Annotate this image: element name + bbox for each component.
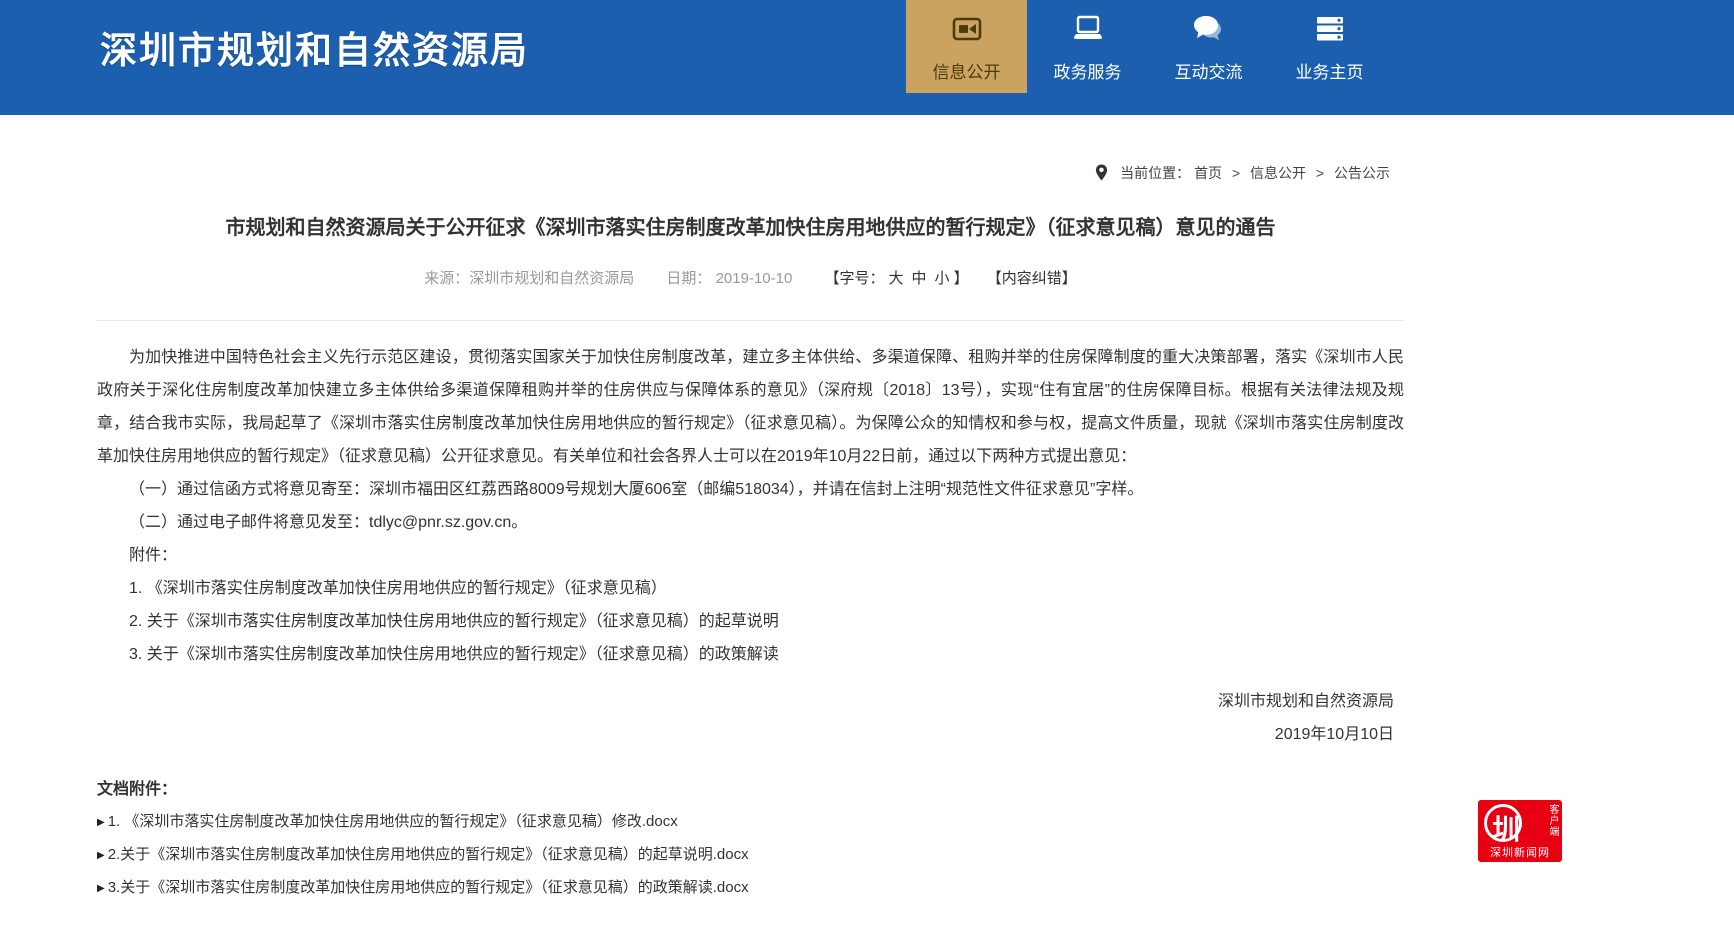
attachment-line: 3. 关于《深圳市落实住房制度改革加快住房用地供应的暂行规定》（征求意见稿）的政… (97, 638, 1404, 671)
site-header: 深圳市规划和自然资源局 信息公开 政务服务 互动交流 (0, 0, 1734, 115)
breadcrumb-separator: > (1316, 165, 1324, 181)
meta-fontsize-prefix: 【字号： (825, 270, 885, 287)
breadcrumb-separator: > (1232, 165, 1240, 181)
doc-attachment-link[interactable]: ▶1. 《深圳市落实住房制度改革加快住房用地供应的暂行规定》（征求意见稿）修改.… (97, 812, 1404, 832)
meta-date-label: 日期： (666, 270, 711, 287)
signature-block: 深圳市规划和自然资源局 2019年10月10日 (97, 685, 1404, 751)
article-body: 为加快推进中国特色社会主义先行示范区建设，贯彻落实国家关于加快住房制度改革，建立… (97, 341, 1404, 671)
breadcrumb-home[interactable]: 首页 (1194, 165, 1222, 181)
location-pin-icon (1095, 164, 1108, 181)
nav-label: 互动交流 (1175, 58, 1243, 83)
doc-attachments: 文档附件： ▶1. 《深圳市落实住房制度改革加快住房用地供应的暂行规定》（征求意… (97, 775, 1404, 898)
nav-item-info-disclosure[interactable]: 信息公开 (906, 0, 1027, 93)
info-disclosure-icon (950, 12, 984, 46)
doc-attachment-link[interactable]: ▶3.关于《深圳市落实住房制度改革加快住房用地供应的暂行规定》（征求意见稿）的政… (97, 878, 1404, 898)
content-divider (97, 320, 1404, 321)
fontsize-large-button[interactable]: 大 (889, 270, 904, 287)
article-page: 当前位置： 首页 > 信息公开 > 公告公示 市规划和自然资源局关于公开征求《深… (97, 163, 1404, 898)
site-title: 深圳市规划和自然资源局 (100, 20, 529, 74)
article-title: 市规划和自然资源局关于公开征求《深圳市落实住房制度改革加快住房用地供应的暂行规定… (97, 211, 1404, 240)
nav-label: 政务服务 (1054, 58, 1122, 83)
server-list-icon (1313, 12, 1347, 46)
main-nav: 信息公开 政务服务 互动交流 业务 (906, 0, 1390, 93)
doc-attachment-link[interactable]: ▶2.关于《深圳市落实住房制度改革加快住房用地供应的暂行规定》（征求意见稿）的起… (97, 845, 1404, 865)
paragraph: （一）通过信函方式将意见寄至：深圳市福田区红荔西路8009号规划大厦606室（邮… (97, 473, 1404, 506)
paragraph: 为加快推进中国特色社会主义先行示范区建设，贯彻落实国家关于加快住房制度改革，建立… (97, 341, 1404, 473)
meta-date-value: 2019-10-10 (716, 270, 793, 287)
nav-item-business-home[interactable]: 业务主页 (1269, 0, 1390, 93)
triangle-bullet-icon: ▶ (97, 850, 105, 861)
watermark-site-label: 深圳新闻网 (1478, 844, 1562, 860)
doc-attachment-label: 3.关于《深圳市落实住房制度改革加快住房用地供应的暂行规定》（征求意见稿）的政策… (108, 879, 749, 896)
laptop-icon (1071, 12, 1105, 46)
breadcrumb-section[interactable]: 信息公开 (1250, 165, 1306, 181)
paragraph: 附件： (97, 539, 1404, 572)
triangle-bullet-icon: ▶ (97, 883, 105, 894)
nav-label: 信息公开 (933, 58, 1001, 83)
doc-attachment-label: 2.关于《深圳市落实住房制度改革加快住房用地供应的暂行规定》（征求意见稿）的起草… (108, 846, 749, 863)
meta-source: 来源：深圳市规划和自然资源局 (424, 270, 634, 287)
news-site-watermark-logo: 圳 客户端 深圳新闻网 (1478, 800, 1562, 862)
article-meta: 来源：深圳市规划和自然资源局 日期： 2019-10-10 【字号：大中小】 【… (97, 267, 1404, 288)
attachment-line: 1. 《深圳市落实住房制度改革加快住房用地供应的暂行规定》（征求意见稿） (97, 572, 1404, 605)
nav-item-interaction[interactable]: 互动交流 (1148, 0, 1269, 93)
doc-attachment-label: 1. 《深圳市落实住房制度改革加快住房用地供应的暂行规定》（征求意见稿）修改.d… (108, 813, 678, 830)
fontsize-medium-button[interactable]: 中 (912, 270, 927, 287)
chat-bubbles-icon (1192, 12, 1226, 46)
paragraph: （二）通过电子邮件将意见发至：tdlyc@pnr.sz.gov.cn。 (97, 506, 1404, 539)
signature-agency: 深圳市规划和自然资源局 (97, 685, 1394, 718)
attachment-line: 2. 关于《深圳市落实住房制度改革加快住房用地供应的暂行规定》（征求意见稿）的起… (97, 605, 1404, 638)
doc-attachments-heading: 文档附件： (97, 775, 1404, 799)
nav-label: 业务主页 (1296, 58, 1364, 83)
meta-fontsize-suffix: 】 (954, 270, 969, 287)
breadcrumb-prefix: 当前位置： (1120, 165, 1190, 181)
signature-date: 2019年10月10日 (97, 718, 1394, 751)
watermark-glyph: 圳 (1492, 808, 1520, 848)
breadcrumb-page[interactable]: 公告公示 (1334, 165, 1390, 181)
breadcrumb: 当前位置： 首页 > 信息公开 > 公告公示 (97, 163, 1404, 183)
watermark-client-label: 客户端 (1546, 804, 1558, 837)
fontsize-small-button[interactable]: 小 (935, 270, 950, 287)
content-correction-button[interactable]: 【内容纠错】 (987, 270, 1077, 287)
nav-item-gov-services[interactable]: 政务服务 (1027, 0, 1148, 93)
triangle-bullet-icon: ▶ (97, 817, 105, 828)
